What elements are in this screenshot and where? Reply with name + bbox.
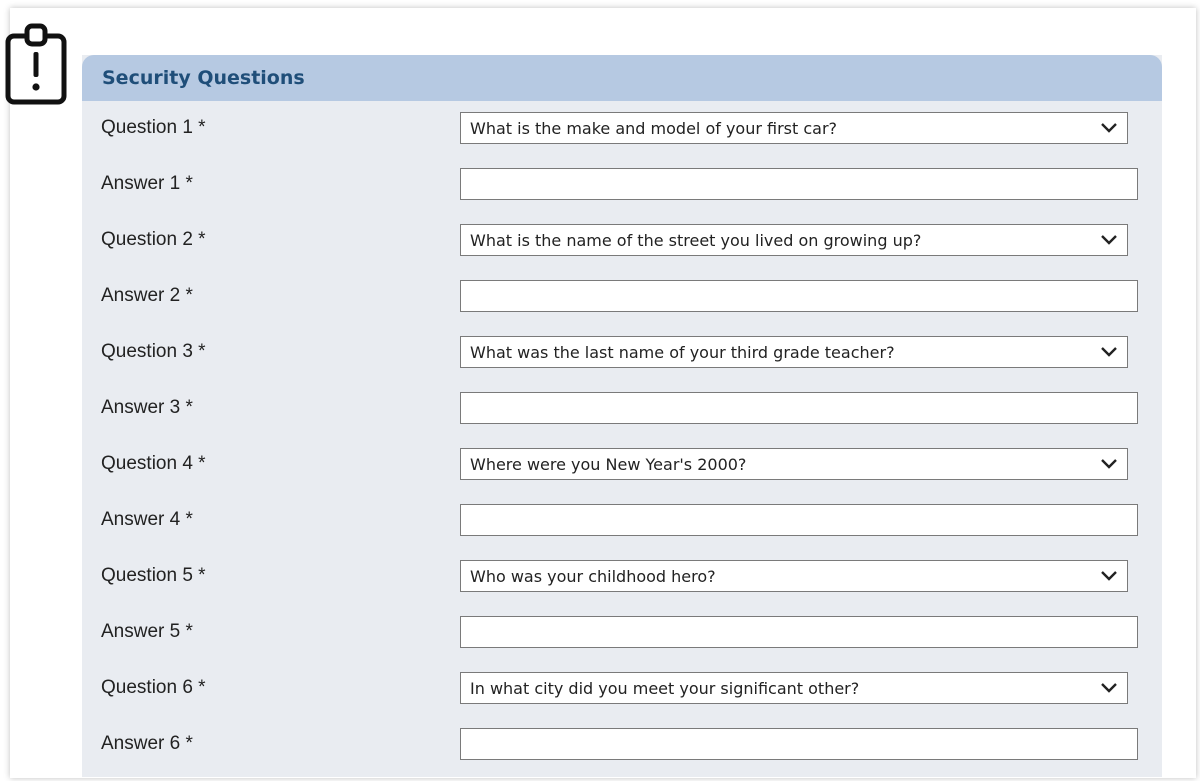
answer-row-2: Answer 2 * [82, 279, 1162, 313]
clipboard-alert-icon [5, 23, 67, 105]
answer-1-input[interactable] [460, 168, 1138, 200]
question-4-selected-value: Where were you New Year's 2000? [470, 454, 747, 474]
answer-5-label: Answer 5 * [101, 621, 193, 642]
question-2-label: Question 2 * [101, 229, 206, 250]
question-4-label: Question 4 * [101, 453, 206, 474]
panel-title: Security Questions [102, 67, 305, 89]
answer-row-4: Answer 4 * [82, 503, 1162, 537]
question-1-select[interactable]: What is the make and model of your first… [460, 112, 1128, 144]
question-5-selected-value: Who was your childhood hero? [470, 566, 716, 586]
question-3-select[interactable]: What was the last name of your third gra… [460, 336, 1128, 368]
question-2-select[interactable]: What is the name of the street you lived… [460, 224, 1128, 256]
question-row-1: Question 1 * What is the make and model … [82, 111, 1162, 145]
question-row-5: Question 5 * Who was your childhood hero… [82, 559, 1162, 593]
question-6-select[interactable]: In what city did you meet your significa… [460, 672, 1128, 704]
question-3-selected-value: What was the last name of your third gra… [470, 342, 895, 362]
answer-4-input[interactable] [460, 504, 1138, 536]
question-4-select[interactable]: Where were you New Year's 2000? [460, 448, 1128, 480]
chevron-down-icon [1101, 571, 1117, 581]
chevron-down-icon [1101, 123, 1117, 133]
answer-row-5: Answer 5 * [82, 615, 1162, 649]
panel-header: Security Questions [82, 55, 1162, 101]
question-1-selected-value: What is the make and model of your first… [470, 118, 838, 138]
answer-6-label: Answer 6 * [101, 733, 193, 754]
question-5-label: Question 5 * [101, 565, 206, 586]
question-row-4: Question 4 * Where were you New Year's 2… [82, 447, 1162, 481]
security-questions-panel: Security Questions Question 1 * What is … [82, 55, 1162, 777]
answer-2-input[interactable] [460, 280, 1138, 312]
question-row-2: Question 2 * What is the name of the str… [82, 223, 1162, 257]
chevron-down-icon [1101, 235, 1117, 245]
chevron-down-icon [1101, 459, 1117, 469]
question-3-label: Question 3 * [101, 341, 206, 362]
question-5-select[interactable]: Who was your childhood hero? [460, 560, 1128, 592]
answer-row-6: Answer 6 * [82, 727, 1162, 761]
question-6-selected-value: In what city did you meet your significa… [470, 678, 860, 698]
chevron-down-icon [1101, 347, 1117, 357]
window-frame: Security Questions Question 1 * What is … [10, 8, 1196, 778]
question-2-selected-value: What is the name of the street you lived… [470, 230, 922, 250]
answer-1-label: Answer 1 * [101, 173, 193, 194]
answer-row-3: Answer 3 * [82, 391, 1162, 425]
answer-row-1: Answer 1 * [82, 167, 1162, 201]
chevron-down-icon [1101, 683, 1117, 693]
answer-3-input[interactable] [460, 392, 1138, 424]
question-1-label: Question 1 * [101, 117, 206, 138]
question-row-6: Question 6 * In what city did you meet y… [82, 671, 1162, 705]
question-row-3: Question 3 * What was the last name of y… [82, 335, 1162, 369]
answer-6-input[interactable] [460, 728, 1138, 760]
answer-5-input[interactable] [460, 616, 1138, 648]
answer-3-label: Answer 3 * [101, 397, 193, 418]
answer-2-label: Answer 2 * [101, 285, 193, 306]
question-6-label: Question 6 * [101, 677, 206, 698]
answer-4-label: Answer 4 * [101, 509, 193, 530]
